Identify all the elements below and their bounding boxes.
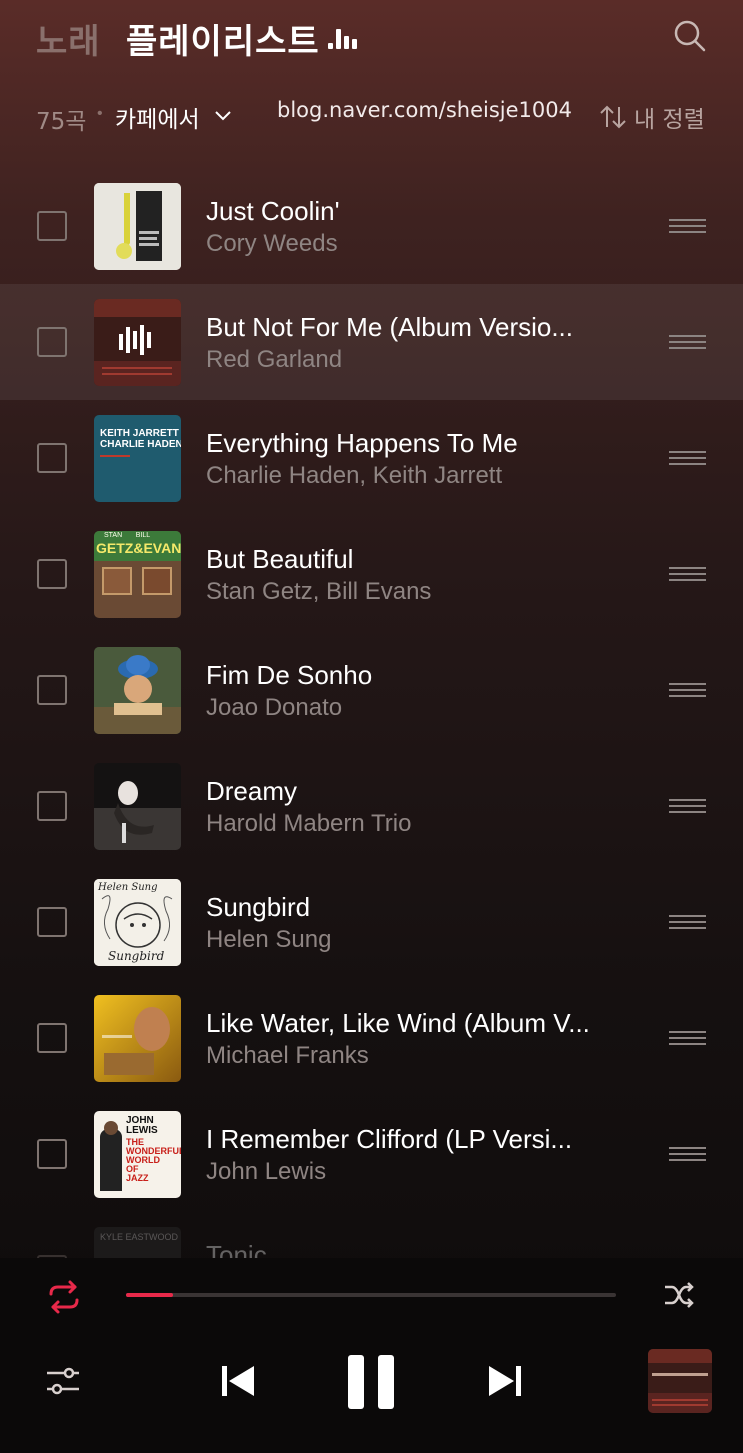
track-artist: Stan Getz, Bill Evans (206, 578, 432, 605)
album-art-text: Helen Sung (98, 882, 158, 893)
album-art: KYLE EASTWOOD (94, 1227, 181, 1258)
album-art-text: STAN BILL (104, 532, 151, 539)
track-row[interactable]: Dreamy Harold Mabern Trio (0, 748, 743, 864)
track-row[interactable]: Just Coolin' Cory Weeds (0, 168, 743, 284)
tab-songs[interactable]: 노래 (36, 14, 101, 63)
track-artist: Michael Franks (206, 1042, 369, 1069)
drag-handle-icon[interactable] (669, 335, 706, 349)
album-art-text: JAZZ (126, 1173, 149, 1183)
tab-playlist[interactable]: 플레이리스트 (126, 14, 320, 63)
drag-handle-icon[interactable] (669, 683, 706, 697)
album-art: STAN BILL GETZ&EVANS (94, 531, 181, 618)
playlist-selector[interactable]: 카페에서 (115, 100, 200, 134)
track-title: Tonic (206, 1240, 267, 1258)
track-checkbox[interactable] (37, 1023, 67, 1053)
previous-track-icon[interactable] (220, 1363, 256, 1399)
track-title: But Beautiful (206, 544, 354, 574)
track-checkbox[interactable] (37, 443, 67, 473)
track-artist: Joao Donato (206, 694, 343, 721)
track-row[interactable]: Fim De Sonho Joao Donato (0, 632, 743, 748)
drag-handle-icon[interactable] (669, 1031, 706, 1045)
sort-arrows-icon (600, 105, 626, 129)
track-artist: Red Garland (206, 346, 343, 373)
track-checkbox[interactable] (37, 907, 67, 937)
track-row[interactable]: KEITH JARRETT CHARLIE HADEN Everything H… (0, 400, 743, 516)
track-checkbox[interactable] (37, 1139, 67, 1169)
album-art-text: KEITH JARRETT (100, 428, 179, 439)
album-art (94, 995, 181, 1082)
drag-handle-icon[interactable] (669, 567, 706, 581)
track-row[interactable]: Like Water, Like Wind (Album V... Michae… (0, 980, 743, 1096)
progress-bar[interactable] (126, 1293, 616, 1297)
track-title: But Not For Me (Album Versio... (206, 312, 574, 342)
now-playing-eq-icon (328, 29, 357, 49)
chevron-down-icon[interactable] (214, 109, 232, 121)
album-art-text: GETZ&EVANS (96, 540, 181, 556)
album-art-text: Sungbird (108, 949, 165, 963)
track-title: Dreamy (206, 776, 298, 806)
now-playing-album-art[interactable] (648, 1349, 712, 1413)
mini-player (0, 1258, 743, 1453)
track-title: Sungbird (206, 892, 311, 922)
track-row[interactable]: KYLE EASTWOOD Tonic (0, 1212, 743, 1258)
track-list: Just Coolin' Cory Weeds But Not For Me (… (0, 168, 743, 1258)
album-art-text: LEWIS (126, 1125, 158, 1136)
equalizer-settings-icon[interactable] (45, 1363, 81, 1399)
album-art (94, 299, 181, 386)
header: 노래 플레이리스트 (0, 0, 743, 80)
album-art: Helen Sung Sungbird (94, 879, 181, 966)
shuffle-icon[interactable] (662, 1278, 696, 1312)
album-art: KEITH JARRETT CHARLIE HADEN (94, 415, 181, 502)
next-track-icon[interactable] (487, 1363, 523, 1399)
search-icon[interactable] (672, 18, 708, 54)
drag-handle-icon[interactable] (669, 219, 706, 233)
track-row[interactable]: Helen Sung Sungbird Sungbird Helen Sung (0, 864, 743, 980)
track-checkbox[interactable] (37, 327, 67, 357)
track-artist: Cory Weeds (206, 230, 338, 257)
blog-watermark: blog.naver.com/sheisje1004 (277, 98, 572, 122)
album-art-text: CHARLIE HADEN (100, 439, 181, 450)
track-row[interactable]: JOHN LEWIS THE WONDERFUL WORLD OF JAZZ I… (0, 1096, 743, 1212)
album-art (94, 183, 181, 270)
drag-handle-icon[interactable] (669, 1147, 706, 1161)
playlist-toolbar: 75곡 • 카페에서 blog.naver.com/sheisje1004 내 … (0, 92, 743, 138)
pause-button[interactable] (348, 1355, 396, 1409)
album-art-text: KYLE EASTWOOD (100, 1232, 179, 1242)
album-art (94, 763, 181, 850)
track-artist: Harold Mabern Trio (206, 810, 412, 837)
track-checkbox[interactable] (37, 675, 67, 705)
separator-dot: • (97, 105, 103, 122)
track-row-playing[interactable]: But Not For Me (Album Versio... Red Garl… (0, 284, 743, 400)
sort-label: 내 정렬 (634, 107, 705, 133)
track-artist: John Lewis (206, 1158, 327, 1185)
drag-handle-icon[interactable] (669, 799, 706, 813)
repeat-icon[interactable] (45, 1278, 83, 1316)
track-title: I Remember Clifford (LP Versi... (206, 1124, 573, 1154)
track-checkbox[interactable] (37, 791, 67, 821)
track-title: Like Water, Like Wind (Album V... (206, 1008, 590, 1038)
track-row[interactable]: STAN BILL GETZ&EVANS But Beautiful Stan … (0, 516, 743, 632)
track-checkbox[interactable] (37, 211, 67, 241)
track-title: Just Coolin' (206, 196, 340, 226)
progress-fill (126, 1293, 173, 1297)
drag-handle-icon[interactable] (669, 451, 706, 465)
song-count: 75곡 (36, 109, 87, 135)
track-artist: Charlie Haden, Keith Jarrett (206, 462, 503, 489)
album-art (94, 647, 181, 734)
track-checkbox[interactable] (37, 559, 67, 589)
track-title: Everything Happens To Me (206, 428, 518, 458)
track-artist: Helen Sung (206, 926, 332, 953)
track-title: Fim De Sonho (206, 660, 373, 690)
drag-handle-icon[interactable] (669, 915, 706, 929)
album-art: JOHN LEWIS THE WONDERFUL WORLD OF JAZZ (94, 1111, 181, 1198)
